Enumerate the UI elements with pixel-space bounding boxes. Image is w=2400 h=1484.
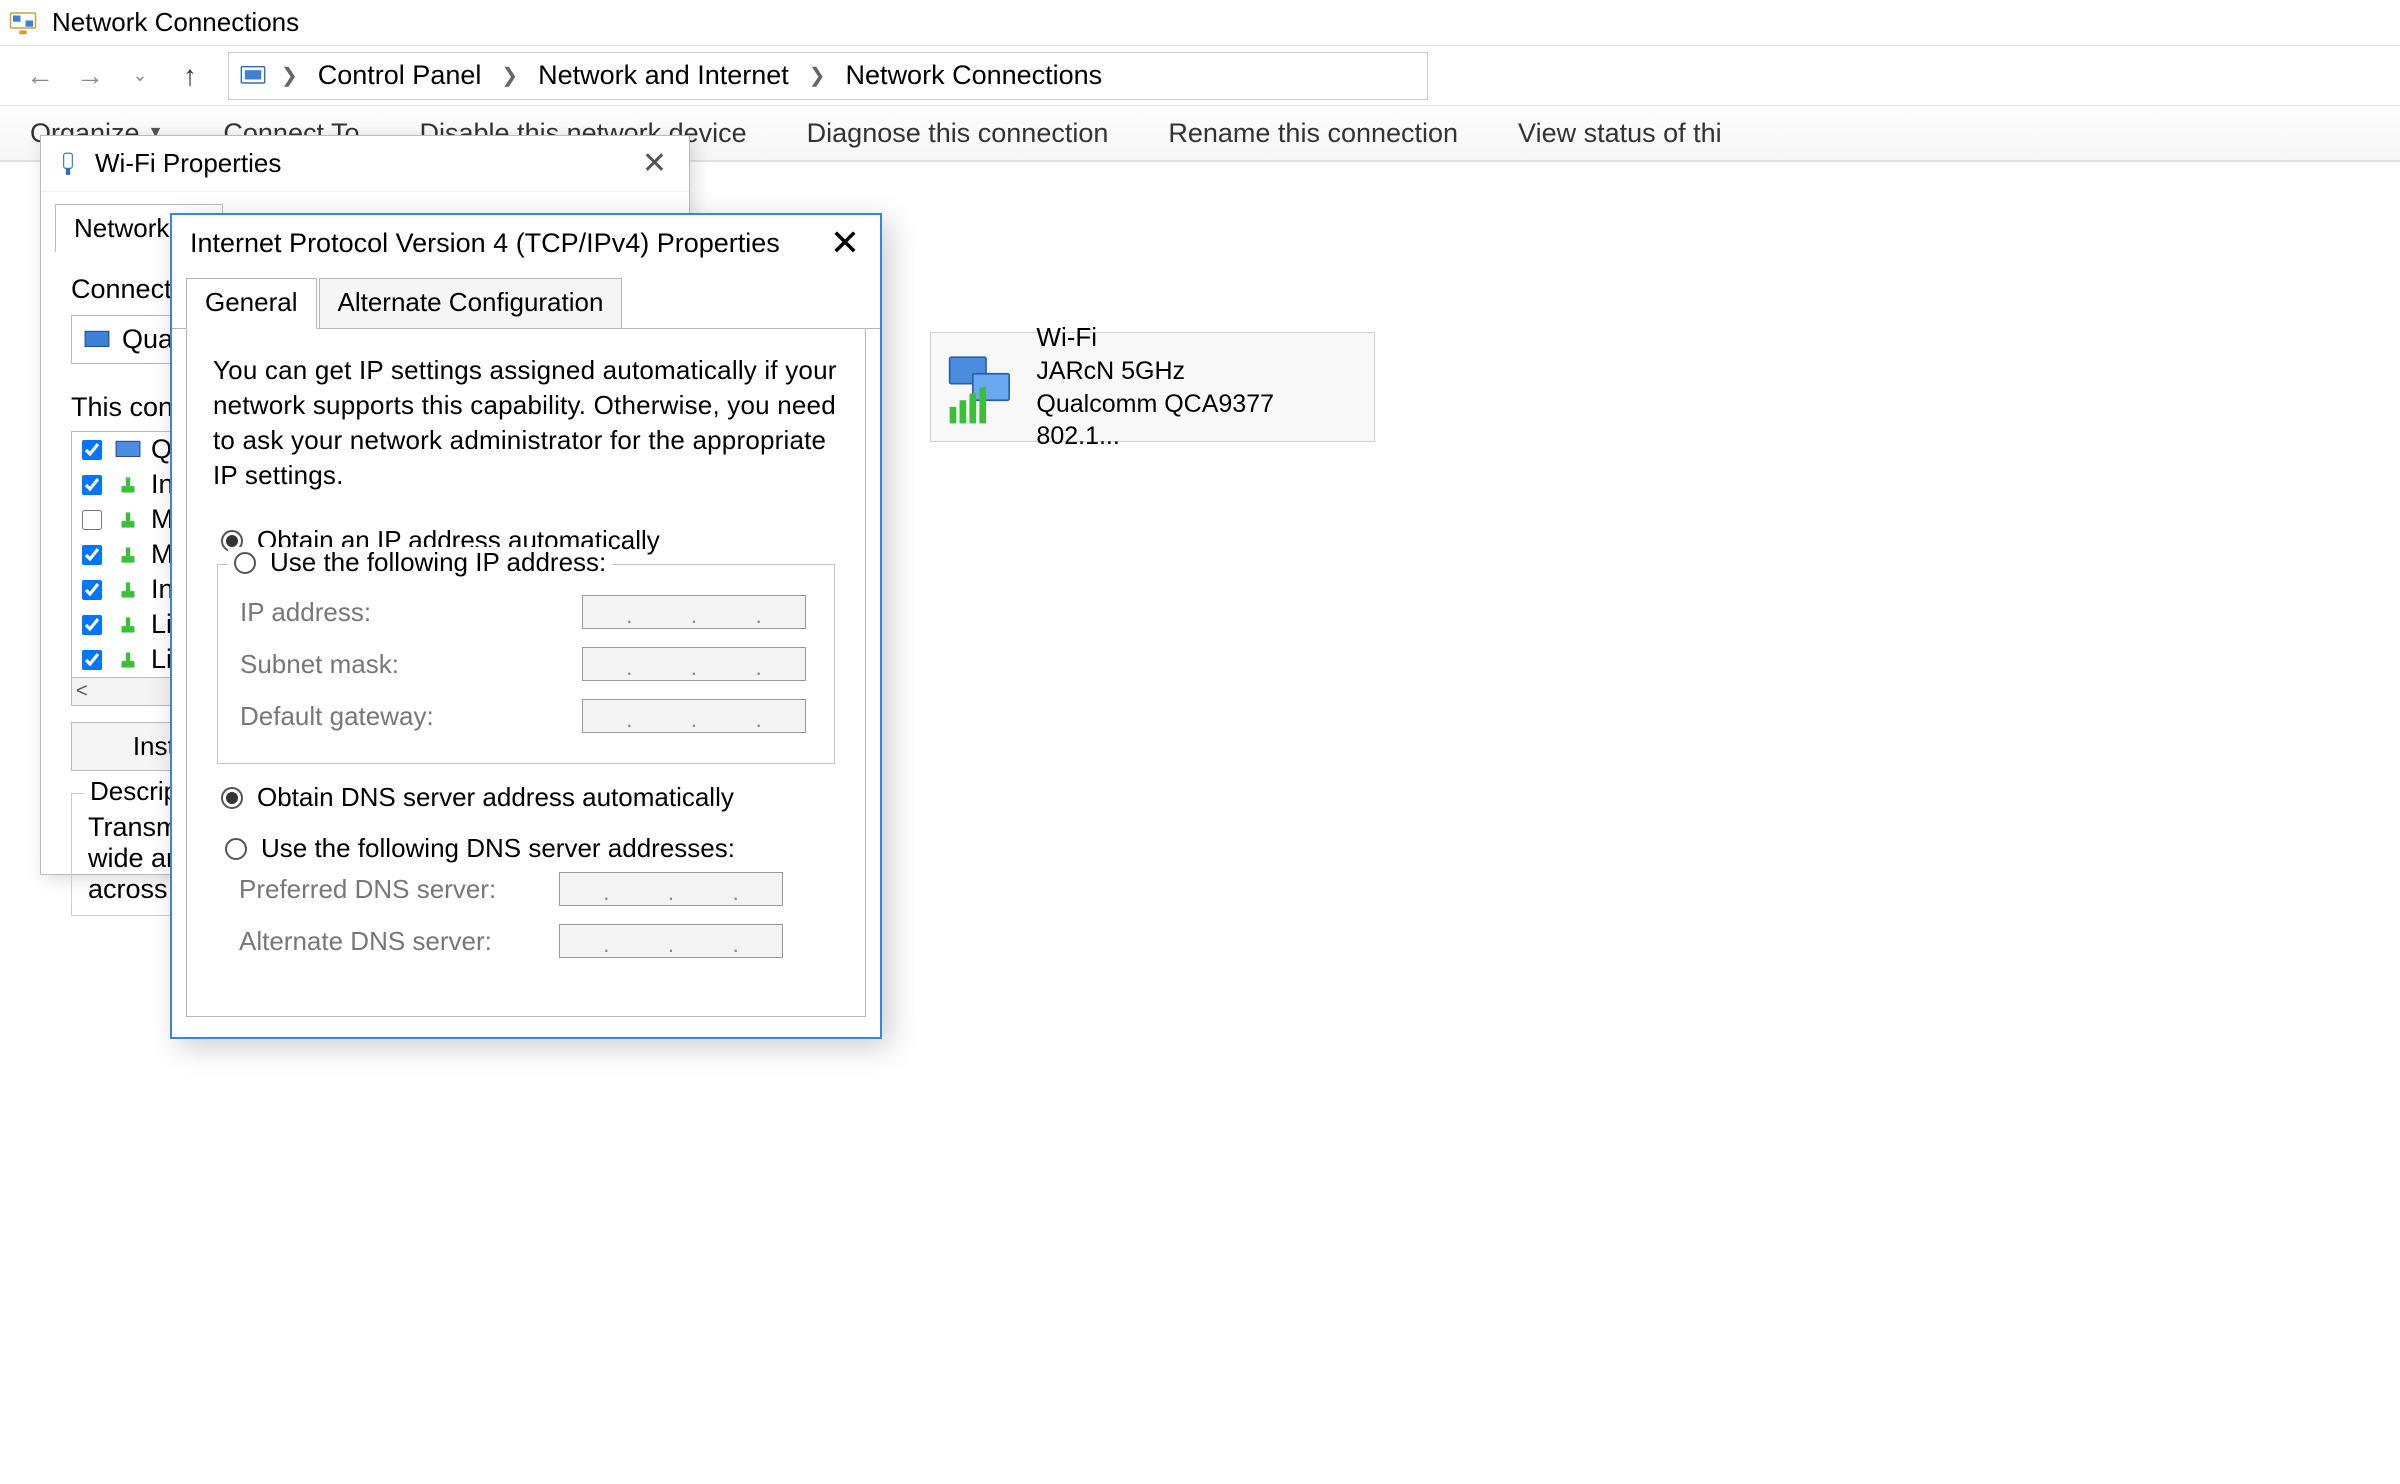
protocol-icon: [115, 579, 141, 601]
connection-item-checkbox[interactable]: [82, 545, 102, 565]
connection-item-checkbox[interactable]: [82, 475, 102, 495]
radio-ip-manual-label: Use the following IP address:: [270, 547, 606, 578]
toolbar-diagnose[interactable]: Diagnose this connection: [807, 118, 1109, 149]
nav-bar: ← → ⌄ ↑ ❯ Control Panel ❯ Network and In…: [0, 46, 2400, 106]
subnet-mask-input[interactable]: ...: [582, 647, 806, 681]
protocol-icon: [115, 474, 141, 496]
ipv4-properties-dialog: Internet Protocol Version 4 (TCP/IPv4) P…: [170, 213, 882, 1039]
radio-dns-manual[interactable]: Use the following DNS server addresses:: [225, 833, 807, 864]
back-button[interactable]: ←: [20, 56, 60, 96]
subnet-mask-label: Subnet mask:: [240, 649, 399, 680]
protocol-icon: [115, 509, 141, 531]
default-gateway-input[interactable]: ...: [582, 699, 806, 733]
radio-dns-auto[interactable]: Obtain DNS server address automatically: [221, 782, 839, 813]
ipv4-tabs: General Alternate Configuration: [172, 271, 880, 329]
tab-general[interactable]: General: [186, 278, 317, 329]
breadcrumb-control-panel[interactable]: Control Panel: [312, 58, 488, 93]
connection-item-checkbox[interactable]: [82, 650, 102, 670]
ip-manual-group: Use the following IP address: IP address…: [217, 564, 835, 764]
tab-alternate-configuration[interactable]: Alternate Configuration: [319, 278, 623, 329]
wifi-tile-adapter: Qualcomm QCA9377 802.1...: [1036, 388, 1362, 453]
toolbar-rename[interactable]: Rename this connection: [1168, 118, 1458, 149]
wifi-tile-name: Wi-Fi: [1036, 321, 1362, 355]
up-button[interactable]: ↑: [170, 56, 210, 96]
connection-item-checkbox[interactable]: [82, 580, 102, 600]
connection-item-label: Q: [151, 434, 172, 465]
adapter-small-icon: [84, 329, 110, 351]
connection-item-checkbox[interactable]: [82, 510, 102, 530]
radio-icon: [221, 787, 243, 809]
wifi-properties-titlebar[interactable]: Wi-Fi Properties ✕: [41, 136, 689, 192]
ip-address-input[interactable]: ...: [582, 595, 806, 629]
preferred-dns-label: Preferred DNS server:: [239, 874, 496, 905]
radio-ip-manual[interactable]: Use the following IP address:: [228, 547, 612, 578]
protocol-icon: [115, 614, 141, 636]
wifi-tile-text: Wi-Fi JARcN 5GHz Qualcomm QCA9377 802.1.…: [1036, 321, 1362, 452]
ip-address-label: IP address:: [240, 597, 371, 628]
client-icon: [115, 439, 141, 461]
ipv4-titlebar[interactable]: Internet Protocol Version 4 (TCP/IPv4) P…: [172, 215, 880, 271]
ipv4-description: You can get IP settings assigned automat…: [213, 353, 839, 493]
connection-item-checkbox[interactable]: [82, 440, 102, 460]
connection-item-checkbox[interactable]: [82, 615, 102, 635]
scroll-left-icon[interactable]: <: [76, 680, 88, 703]
wifi-properties-title: Wi-Fi Properties: [95, 148, 281, 179]
toolbar-view-status[interactable]: View status of thi: [1518, 118, 1722, 149]
network-adapter-icon: [943, 347, 1022, 427]
wifi-connection-tile[interactable]: Wi-Fi JARcN 5GHz Qualcomm QCA9377 802.1.…: [930, 332, 1375, 442]
address-bar-icon: [239, 62, 267, 90]
alternate-dns-input[interactable]: ...: [559, 924, 783, 958]
ipv4-general-panel: You can get IP settings assigned automat…: [186, 329, 866, 1017]
window-title: Network Connections: [52, 7, 299, 38]
adapter-icon: [55, 149, 81, 179]
preferred-dns-input[interactable]: ...: [559, 872, 783, 906]
radio-icon: [225, 838, 247, 860]
radio-dns-auto-label: Obtain DNS server address automatically: [257, 782, 734, 813]
connection-item-label: Li: [151, 609, 172, 640]
close-button[interactable]: ✕: [820, 222, 870, 264]
default-gateway-label: Default gateway:: [240, 701, 434, 732]
chevron-right-icon: ❯: [801, 63, 834, 88]
protocol-icon: [115, 649, 141, 671]
dns-manual-group: Use the following DNS server addresses: …: [217, 821, 835, 988]
breadcrumb-network-internet[interactable]: Network and Internet: [532, 58, 795, 93]
network-connections-icon: [8, 8, 38, 38]
protocol-icon: [115, 544, 141, 566]
chevron-right-icon: ❯: [493, 63, 526, 88]
close-button[interactable]: ✕: [630, 142, 679, 185]
connection-item-label: Li: [151, 644, 172, 675]
adapter-short: Qua: [122, 324, 173, 355]
alternate-dns-label: Alternate DNS server:: [239, 926, 492, 957]
breadcrumb-network-connections[interactable]: Network Connections: [840, 58, 1109, 93]
forward-button[interactable]: →: [70, 56, 110, 96]
recent-dropdown[interactable]: ⌄: [120, 56, 160, 96]
chevron-right-icon: ❯: [273, 63, 306, 88]
ipv4-title: Internet Protocol Version 4 (TCP/IPv4) P…: [190, 228, 780, 259]
wifi-tile-ssid: JARcN 5GHz: [1036, 355, 1362, 388]
address-bar[interactable]: ❯ Control Panel ❯ Network and Internet ❯…: [228, 52, 1428, 100]
window-titlebar: Network Connections: [0, 0, 2400, 46]
radio-icon: [234, 552, 256, 574]
radio-dns-manual-label: Use the following DNS server addresses:: [261, 833, 735, 864]
